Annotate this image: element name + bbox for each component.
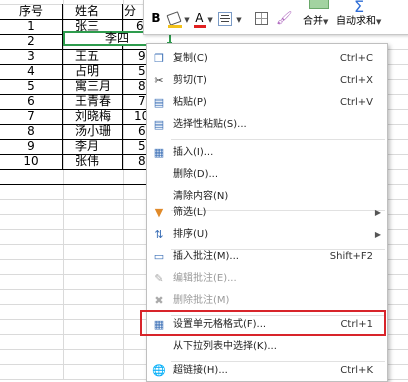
cell-name-9[interactable]: 李月	[63, 139, 111, 154]
cell-name-7[interactable]: 刘晓梅	[63, 109, 123, 124]
autosum-label: 自动求和▼	[336, 16, 382, 27]
font-color-swatch	[194, 25, 206, 28]
paste-icon: ▤	[153, 96, 165, 109]
cell-number-4[interactable]: 4	[0, 64, 62, 79]
bold-button[interactable]: B	[150, 9, 162, 27]
cut-icon: ✂	[154, 74, 164, 87]
menu-item-insert-comment[interactable]: ▭ 插入批注(M)... Shift+F2	[147, 246, 387, 268]
paint-bucket-icon	[166, 11, 182, 26]
cell-name-4[interactable]: 占明	[63, 64, 111, 79]
paste-special-icon: ▤	[153, 118, 165, 131]
insert-comment-icon: ▭	[153, 250, 165, 263]
merge-label: 合并▼	[303, 16, 329, 27]
filter-icon: ▼	[154, 206, 164, 219]
align-center-icon	[218, 11, 233, 26]
align-button[interactable]: ▼	[218, 9, 242, 27]
format-painter-icon: 🖌	[276, 11, 293, 26]
menu-item-paste-special[interactable]: ▤ 选择性粘贴(S)...	[147, 114, 387, 136]
merge-cells-icon	[309, 0, 329, 9]
menu-separator	[171, 139, 385, 140]
cell-name-3[interactable]: 王五	[63, 49, 111, 64]
insert-icon: ▦	[153, 146, 165, 159]
menu-item-delete[interactable]: 删除(D)...	[147, 164, 387, 186]
fill-color-swatch	[168, 25, 182, 28]
border-button[interactable]	[254, 9, 268, 27]
table-border-horizontal	[0, 184, 148, 185]
menu-item-copy[interactable]: ❐ 复制(C) Ctrl+C	[147, 48, 387, 70]
cell-number-8[interactable]: 8	[0, 124, 62, 139]
cell-number-1[interactable]: 1	[0, 19, 62, 34]
font-color-button[interactable]: A ▼	[192, 9, 216, 28]
chevron-down-icon: ▼	[376, 18, 382, 26]
format-painter-button[interactable]: 🖌	[276, 9, 293, 27]
menu-item-sort[interactable]: ⇅ 排序(U) ▶	[147, 224, 387, 246]
cell-number-9[interactable]: 9	[0, 139, 62, 154]
copy-icon: ❐	[154, 52, 164, 65]
chevron-down-icon: ▼	[323, 18, 329, 26]
header-cell-score[interactable]: 分	[124, 4, 144, 19]
cell-name-6[interactable]: 王青春	[63, 94, 123, 109]
cell-number-3[interactable]: 3	[0, 49, 62, 64]
menu-item-delete-comment[interactable]: ✖ 删除批注(M)	[147, 290, 387, 312]
table-border-horizontal	[0, 169, 148, 170]
sort-icon: ⇅	[154, 228, 164, 241]
chevron-down-icon: ▼	[184, 16, 190, 24]
mini-toolbar: B ▼ A ▼ ▼ 🖌 合并▼ Σ 自动求和▼	[143, 0, 408, 35]
menu-item-paste[interactable]: ▤ 粘贴(P) Ctrl+V	[147, 92, 387, 114]
cell-name-10[interactable]: 张伟	[63, 154, 111, 169]
cell-name-5[interactable]: 寓三月	[63, 79, 123, 94]
menu-item-edit-comment[interactable]: ✎ 编辑批注(E)...	[147, 268, 387, 290]
menu-item-cut[interactable]: ✂ 剪切(T) Ctrl+X	[147, 70, 387, 92]
chevron-down-icon: ▼	[207, 16, 213, 24]
cell-number-7[interactable]: 7	[0, 109, 62, 124]
menu-item-insert[interactable]: ▦ 插入(I)...	[147, 142, 387, 164]
border-icon	[254, 12, 268, 25]
hyperlink-icon: 🌐	[152, 364, 166, 377]
gridline-vertical	[123, 0, 124, 380]
menu-item-hyperlink[interactable]: 🌐 超链接(H)... Ctrl+K	[147, 360, 387, 382]
chevron-down-icon: ▼	[236, 16, 242, 24]
submenu-arrow-icon: ▶	[374, 208, 381, 217]
cell-name-8[interactable]: 汤小珊	[63, 124, 123, 139]
highlight-box	[140, 310, 386, 336]
cell-number-5[interactable]: 5	[0, 79, 62, 94]
cell-name-2: 李四	[104, 31, 129, 45]
fill-color-button[interactable]: ▼	[166, 9, 192, 28]
merge-button[interactable]: 合并▼	[301, 0, 336, 32]
cell-number-2[interactable]: 2	[0, 34, 62, 49]
cell-number-10[interactable]: 10	[0, 154, 62, 169]
header-cell-name[interactable]: 姓名	[63, 4, 111, 19]
header-cell-number[interactable]: 序号	[0, 4, 62, 19]
font-color-letter: A	[195, 11, 204, 25]
edit-comment-icon: ✎	[154, 272, 164, 285]
menu-item-pick-from-list[interactable]: 从下拉列表中选择(K)...	[147, 336, 387, 358]
cell-number-6[interactable]: 6	[0, 94, 62, 109]
delete-comment-icon: ✖	[154, 294, 164, 307]
submenu-arrow-icon: ▶	[374, 230, 381, 239]
menu-item-filter[interactable]: ▼ 筛选(L) ▶	[147, 202, 387, 224]
autosum-button[interactable]: Σ 自动求和▼	[334, 0, 406, 32]
